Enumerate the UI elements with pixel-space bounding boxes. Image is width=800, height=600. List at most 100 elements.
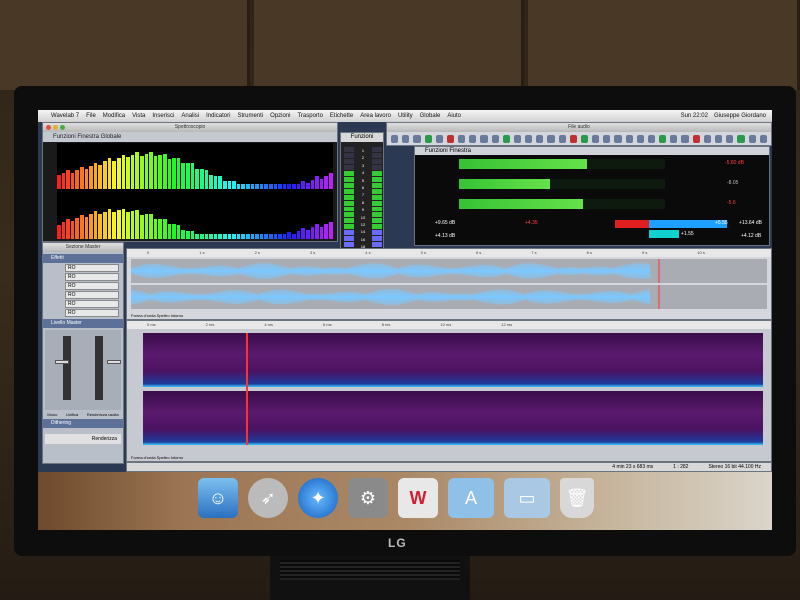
- spectrum-band: [264, 234, 269, 239]
- toolbar-button-icon[interactable]: [636, 135, 644, 143]
- launchpad-icon[interactable]: ➶: [248, 478, 288, 518]
- effect-slot[interactable]: RO: [65, 300, 119, 308]
- toolbar-button-icon[interactable]: [502, 135, 510, 143]
- waveform-track-right[interactable]: [131, 285, 767, 309]
- toolbar-button-icon[interactable]: [703, 135, 711, 143]
- toolbar-button-icon[interactable]: [446, 135, 455, 143]
- status-position: 4 min 23 s 683 ms: [612, 464, 654, 470]
- menu-item[interactable]: File: [86, 113, 96, 119]
- toolbar-button-icon[interactable]: [737, 135, 745, 143]
- toolbar-button-icon[interactable]: [569, 135, 577, 143]
- fader-left-handle[interactable]: [55, 360, 69, 364]
- menu-item[interactable]: Opzioni: [270, 113, 290, 119]
- spectrum-band: [222, 234, 227, 239]
- toolbar-button-icon[interactable]: [681, 135, 689, 143]
- dithering-header[interactable]: Dithering: [43, 419, 123, 428]
- toolbar-button-icon[interactable]: [614, 135, 622, 143]
- spectrum-band: [121, 208, 126, 239]
- toolbar-button-icon[interactable]: [748, 135, 756, 143]
- finder-icon[interactable]: ☺: [198, 478, 238, 518]
- spectrum-band: [319, 178, 324, 189]
- toolbar-button-icon[interactable]: [670, 135, 678, 143]
- unifica-label[interactable]: Unifica: [66, 412, 78, 417]
- render-button[interactable]: Renderizza: [45, 434, 121, 444]
- menu-item[interactable]: Trasporto: [297, 113, 322, 119]
- spectrum-band: [324, 175, 328, 189]
- mono-label[interactable]: Mono: [47, 412, 57, 417]
- toolbar-button-icon[interactable]: [547, 135, 555, 143]
- toolbar-button-icon[interactable]: [580, 135, 589, 143]
- toolbar-button-icon[interactable]: [458, 135, 466, 143]
- meter-led: [344, 242, 354, 248]
- trash-icon[interactable]: 🗑: [560, 478, 594, 518]
- menu-item[interactable]: Aiuto: [447, 113, 461, 119]
- effects-header[interactable]: Effetti: [43, 254, 123, 263]
- spectrum-band: [273, 234, 278, 239]
- master-level-header[interactable]: Livello Master: [43, 319, 123, 328]
- system-prefs-icon[interactable]: ⚙: [348, 478, 388, 518]
- playhead-cursor[interactable]: [246, 333, 248, 445]
- render-output-label[interactable]: Renderizza uscita: [87, 412, 119, 417]
- menu-item[interactable]: Wavelab 7: [51, 113, 79, 119]
- toolbar-button-icon[interactable]: [469, 135, 477, 143]
- menu-item[interactable]: Etichette: [330, 113, 353, 119]
- toolbar-button-icon[interactable]: [491, 135, 499, 143]
- toolbar-button-icon[interactable]: [692, 135, 700, 143]
- ruler-tick: 2 ms: [205, 322, 215, 327]
- toolbar-button-icon[interactable]: [391, 135, 399, 143]
- spectrogram-tabs[interactable]: Forma d'onda Spettro Intorno: [131, 455, 183, 460]
- toolbar-button-icon[interactable]: [592, 135, 600, 143]
- fader-right-handle[interactable]: [107, 360, 121, 364]
- wavelab-icon[interactable]: W: [398, 478, 438, 518]
- menu-item[interactable]: Vista: [132, 113, 145, 119]
- effect-slot[interactable]: RO: [65, 291, 119, 299]
- safari-icon[interactable]: ✦: [298, 478, 338, 518]
- menu-item[interactable]: Area lavoro: [360, 113, 391, 119]
- toolbar-button-icon[interactable]: [480, 135, 488, 143]
- effect-slot[interactable]: RO: [65, 273, 119, 281]
- menu-item[interactable]: Inserisci: [152, 113, 174, 119]
- menu-item[interactable]: Analisi: [181, 113, 199, 119]
- spectrogram-track-right[interactable]: [143, 391, 763, 445]
- spectrum-band: [121, 154, 126, 189]
- menu-item[interactable]: Strumenti: [237, 113, 263, 119]
- spectrum-band: [195, 234, 199, 239]
- scale-tick: 3: [361, 162, 365, 168]
- scale-tick: 12: [360, 222, 366, 228]
- toolbar-button-icon[interactable]: [726, 135, 734, 143]
- toolbar-button-icon[interactable]: [536, 135, 544, 143]
- spectrogram-track-left[interactable]: [143, 333, 763, 387]
- meter-led: [372, 230, 382, 236]
- toolbar-button-icon[interactable]: [603, 135, 611, 143]
- menubar-user[interactable]: Giuseppe Giordano: [714, 113, 766, 119]
- toolbar-button-icon[interactable]: [413, 135, 421, 143]
- documents-folder-icon[interactable]: ▭: [504, 478, 550, 518]
- spectrum-band: [144, 213, 149, 239]
- spectrum-band: [328, 221, 333, 239]
- effect-slot[interactable]: RO: [65, 264, 119, 272]
- applications-folder-icon[interactable]: A: [448, 478, 494, 518]
- right-value-a: +13.64 dB: [739, 220, 762, 226]
- menu-item[interactable]: Indicatori: [206, 113, 230, 119]
- toolbar-button-icon[interactable]: [647, 135, 656, 143]
- menubar-clock[interactable]: Sun 22:02: [681, 113, 708, 119]
- waveform-tabs[interactable]: Forma d'onda Spettro Intorno: [131, 313, 183, 318]
- toolbar-button-icon[interactable]: [424, 135, 432, 143]
- menu-item[interactable]: Modifica: [103, 113, 125, 119]
- toolbar-button-icon[interactable]: [625, 135, 633, 143]
- toolbar-button-icon[interactable]: [714, 135, 723, 143]
- toolbar-button-icon[interactable]: [402, 135, 410, 143]
- toolbar-button-icon[interactable]: [435, 135, 443, 143]
- toolbar-button-icon[interactable]: [513, 135, 522, 143]
- effect-slot[interactable]: RO: [65, 309, 119, 317]
- toolbar-button-icon[interactable]: [659, 135, 667, 143]
- status-format: Stereo 16 bit 44.100 Hz: [708, 464, 761, 470]
- menu-item[interactable]: Globale: [420, 113, 441, 119]
- spectrum-band: [319, 226, 324, 239]
- toolbar-button-icon[interactable]: [525, 135, 533, 143]
- menu-item[interactable]: Utility: [398, 113, 413, 119]
- toolbar-button-icon[interactable]: [759, 135, 767, 143]
- effect-slot[interactable]: RO: [65, 282, 119, 290]
- waveform-track-left[interactable]: [131, 259, 767, 283]
- toolbar-button-icon[interactable]: [558, 135, 566, 143]
